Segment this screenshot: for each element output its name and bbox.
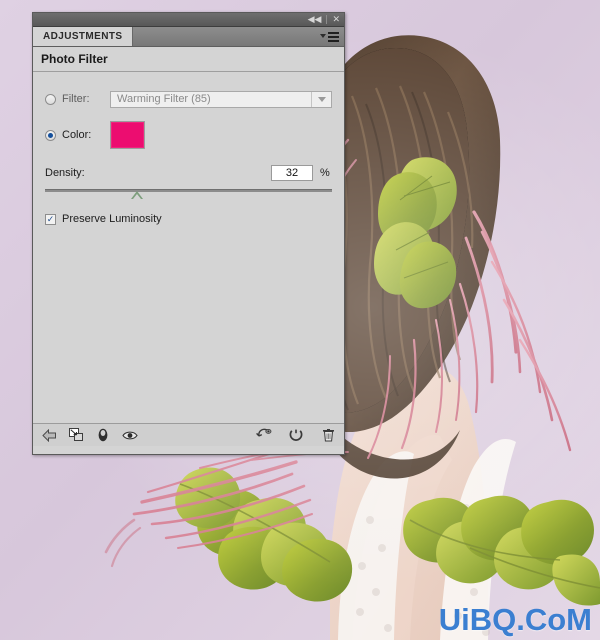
preview-eye-icon[interactable] bbox=[122, 427, 138, 443]
preserve-luminosity-checkbox[interactable] bbox=[45, 213, 56, 225]
filter-radio[interactable] bbox=[45, 93, 56, 105]
adjustments-panel[interactable]: ◀◀ ✕ ADJUSTMENTS Photo Filter Filter: Wa… bbox=[32, 12, 345, 455]
filter-label: Filter: bbox=[62, 93, 90, 105]
view-previous-state-icon[interactable] bbox=[256, 427, 272, 443]
toggle-layer-mask-icon[interactable] bbox=[95, 427, 111, 443]
collapse-to-icons-icon[interactable]: ◀◀ bbox=[307, 15, 323, 24]
close-icon[interactable]: ✕ bbox=[331, 15, 341, 24]
panel-titlebar[interactable]: ◀◀ ✕ bbox=[33, 13, 344, 27]
density-percent-label: % bbox=[320, 167, 330, 179]
clip-to-layer-icon[interactable] bbox=[68, 427, 84, 443]
panel-tab-strip: ADJUSTMENTS bbox=[33, 27, 344, 47]
density-slider-thumb[interactable] bbox=[130, 191, 143, 199]
panel-title: Photo Filter bbox=[33, 47, 344, 72]
panel-body: Filter: Warming Filter (85) Color: Densi… bbox=[33, 84, 344, 446]
filter-select-value: Warming Filter (85) bbox=[117, 93, 211, 105]
filter-select[interactable]: Warming Filter (85) bbox=[110, 90, 332, 108]
tab-strip-filler bbox=[133, 27, 320, 46]
delete-adjustment-layer-icon[interactable] bbox=[320, 427, 336, 443]
density-label: Density: bbox=[45, 167, 85, 179]
color-row: Color: bbox=[33, 118, 344, 152]
watermark-text: UiBQ.CoM bbox=[438, 602, 592, 637]
chevron-down-icon bbox=[320, 33, 326, 38]
titlebar-separator bbox=[326, 15, 328, 24]
chevron-down-icon bbox=[317, 96, 326, 102]
density-slider-row bbox=[33, 184, 344, 200]
return-to-adjustment-list-icon[interactable] bbox=[41, 427, 57, 443]
density-slider[interactable] bbox=[45, 187, 332, 199]
titlebar-controls: ◀◀ ✕ bbox=[307, 13, 341, 26]
density-input[interactable]: 32 bbox=[271, 165, 313, 181]
panel-menu-icon[interactable] bbox=[320, 27, 344, 46]
color-radio[interactable] bbox=[45, 129, 56, 141]
footer-left-icons bbox=[41, 427, 138, 443]
preserve-luminosity-label: Preserve Luminosity bbox=[62, 213, 162, 225]
density-row: Density: 32 % bbox=[33, 162, 344, 184]
color-swatch[interactable] bbox=[110, 121, 145, 149]
footer-right-icons bbox=[256, 427, 336, 443]
preserve-luminosity-row[interactable]: Preserve Luminosity bbox=[33, 208, 344, 230]
reset-adjustment-icon[interactable] bbox=[288, 427, 304, 443]
color-label: Color: bbox=[62, 129, 92, 141]
panel-footer-toolbar bbox=[33, 423, 344, 446]
tab-adjustments[interactable]: ADJUSTMENTS bbox=[33, 27, 134, 46]
filter-select-arrow[interactable] bbox=[311, 91, 331, 107]
hamburger-icon bbox=[328, 31, 339, 42]
density-slider-track bbox=[45, 189, 332, 192]
filter-row: Filter: Warming Filter (85) bbox=[33, 84, 344, 114]
